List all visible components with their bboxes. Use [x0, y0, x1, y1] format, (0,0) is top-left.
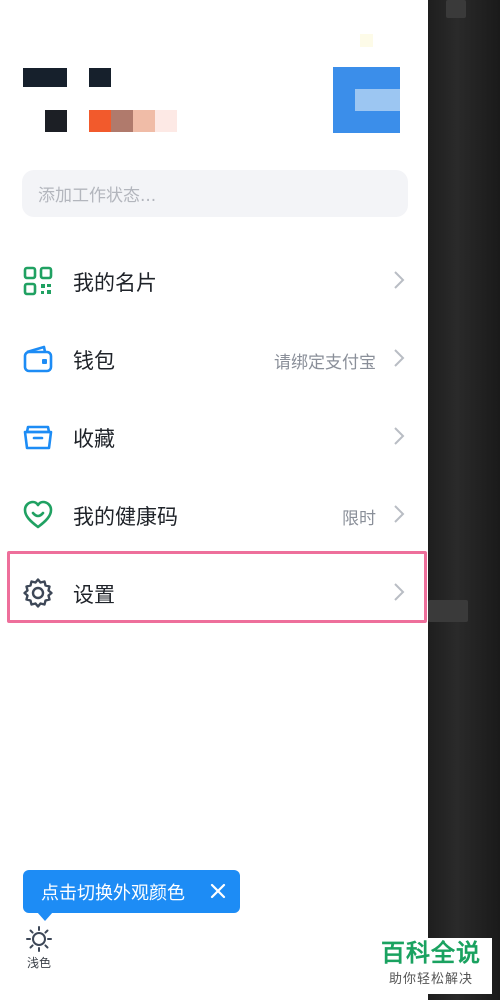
wallet-hint: 请绑定支付宝 — [274, 353, 376, 373]
menu-item-favorites[interactable]: 收藏 — [0, 397, 428, 475]
theme-toggle-button[interactable]: 浅色 — [22, 922, 56, 974]
heart-icon — [23, 500, 53, 529]
menu-item-label: 我的健康码 — [73, 505, 178, 529]
avatar[interactable] — [333, 34, 400, 133]
work-status-input[interactable]: 添加工作状态... — [22, 170, 408, 217]
close-icon[interactable] — [208, 881, 228, 901]
dimmed-background[interactable] — [428, 0, 500, 1000]
menu-item-label: 收藏 — [73, 427, 115, 451]
menu-item-label: 钱包 — [73, 349, 115, 373]
menu-item-wallet[interactable]: 钱包 请绑定支付宝 — [0, 319, 428, 397]
qr-code-icon — [23, 266, 53, 296]
background-fragment — [446, 0, 466, 18]
health-code-badge: 限时 — [342, 509, 376, 529]
watermark-subtitle: 助你轻松解决 — [388, 972, 473, 987]
menu-item-business-card[interactable]: 我的名片 — [0, 241, 428, 319]
settings-highlight-box — [7, 551, 427, 623]
menu-item-health-code[interactable]: 我的健康码 限时 — [0, 475, 428, 553]
folder-icon — [23, 425, 53, 450]
tooltip-arrow — [37, 912, 53, 921]
watermark-title: 百科全说 — [381, 939, 481, 967]
work-status-placeholder: 添加工作状态... — [38, 186, 157, 206]
side-drawer: 添加工作状态... 我的名片 钱包 请绑定支付宝 收藏 我的健康码 限时 设置 … — [0, 0, 428, 1000]
theme-label: 浅色 — [26, 956, 51, 970]
wallet-icon — [23, 345, 53, 373]
chevron-right-icon — [394, 505, 405, 523]
tooltip-text: 点击切换外观颜色 — [41, 882, 185, 904]
watermark-logo: 百科全说 助你轻松解决 — [370, 938, 492, 994]
background-fragment — [428, 600, 468, 622]
chevron-right-icon — [394, 349, 405, 367]
appearance-tooltip[interactable]: 点击切换外观颜色 — [23, 870, 240, 921]
chevron-right-icon — [394, 271, 405, 289]
chevron-right-icon — [394, 427, 405, 445]
sun-icon — [26, 926, 52, 952]
menu-item-label: 我的名片 — [73, 271, 157, 295]
